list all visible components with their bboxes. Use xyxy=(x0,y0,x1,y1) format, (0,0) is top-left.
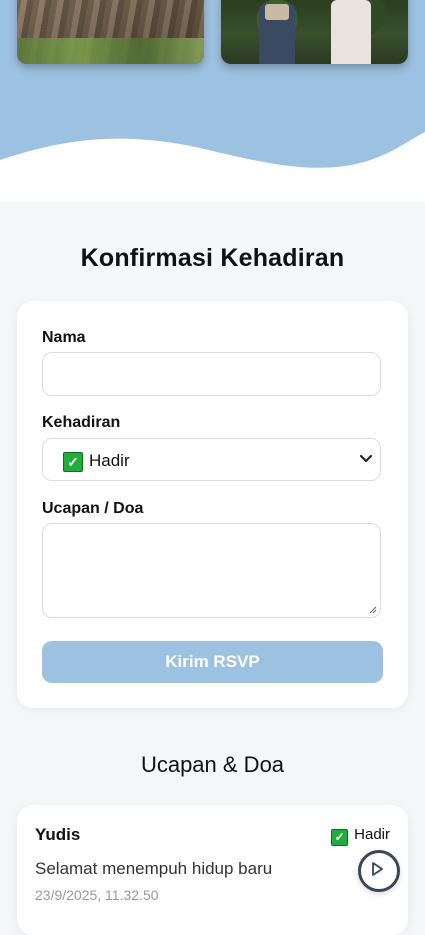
wish-card: Yudis ✓ Hadir Selamat menempuh hidup baru… xyxy=(17,805,408,935)
rsvp-form-card: Nama Kehadiran ✓ Hadir Ucapan / Doa Kiri… xyxy=(17,301,408,708)
chevron-down-icon xyxy=(359,454,373,463)
name-input[interactable] xyxy=(42,352,381,396)
wish-status-text: Hadir xyxy=(354,826,390,843)
check-mark-icon: ✓ xyxy=(63,452,83,472)
play-icon xyxy=(372,862,383,876)
submit-rsvp-button[interactable]: Kirim RSVP xyxy=(42,641,383,683)
wish-author: Yudis xyxy=(35,825,81,844)
hero-section xyxy=(0,0,425,202)
music-play-button[interactable] xyxy=(358,850,400,892)
rsvp-title: Konfirmasi Kehadiran xyxy=(80,244,345,272)
attendance-selected: Hadir xyxy=(89,451,130,470)
message-label: Ucapan / Doa xyxy=(42,500,144,517)
name-label: Nama xyxy=(42,329,86,346)
wish-status-badge: ✓ Hadir xyxy=(331,826,390,846)
gallery-photo-right[interactable] xyxy=(221,0,408,64)
couple-figure xyxy=(259,4,295,64)
wish-message: Selamat menempuh hidup baru xyxy=(35,859,273,878)
attendance-label: Kehadiran xyxy=(42,414,121,431)
attendance-select[interactable]: ✓ Hadir xyxy=(42,438,381,481)
check-mark-icon: ✓ xyxy=(331,829,349,846)
couple-figure xyxy=(331,0,371,64)
message-textarea[interactable] xyxy=(42,523,381,618)
gallery-photo-left[interactable] xyxy=(17,0,204,64)
wish-timestamp: 23/9/2025, 11.32.50 xyxy=(35,887,159,903)
wishes-title: Ucapan & Doa xyxy=(140,752,285,777)
wave-divider xyxy=(0,132,425,202)
resize-handle-icon[interactable] xyxy=(369,606,377,614)
